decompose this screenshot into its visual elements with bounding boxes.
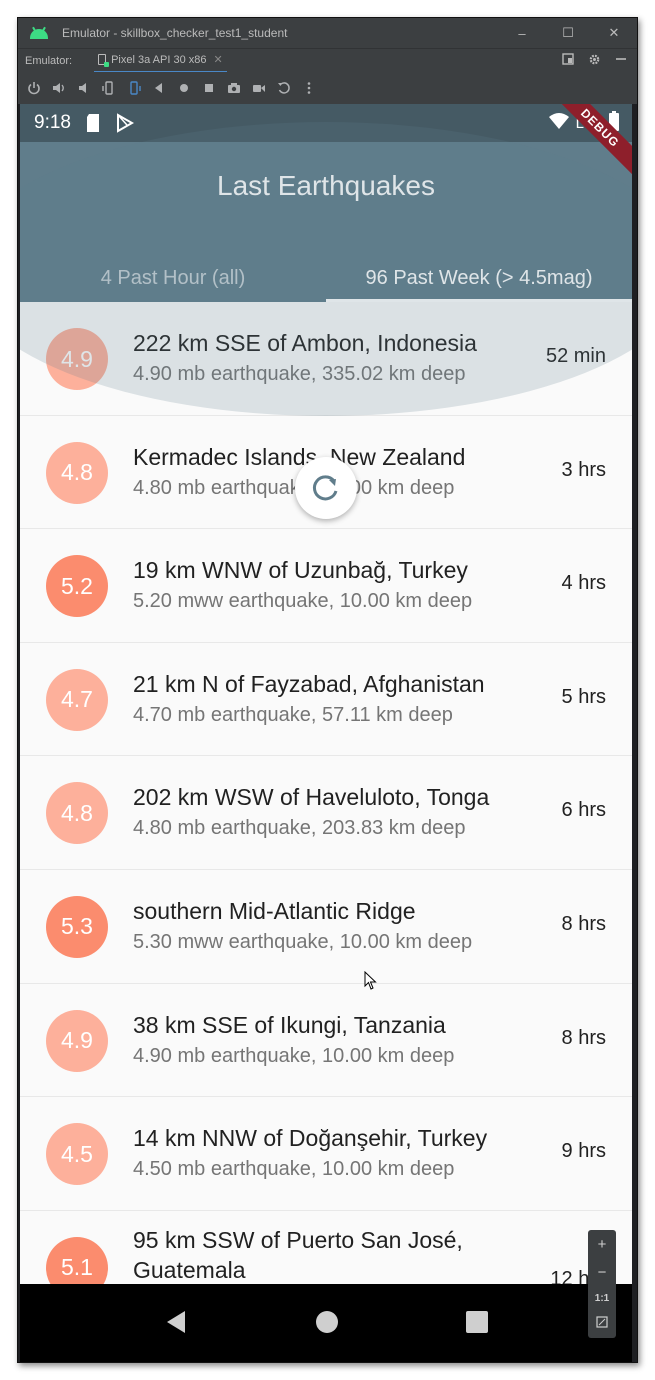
more-options-icon[interactable] (301, 80, 317, 96)
window-title-bar: Emulator - skillbox_checker_test1_studen… (18, 18, 637, 48)
fit-screen-icon[interactable] (596, 1315, 608, 1332)
back-icon[interactable] (151, 80, 167, 96)
magnitude-badge: 5.2 (46, 555, 108, 618)
earthquake-time-ago: 3 hrs (561, 458, 606, 481)
magnitude-badge: 5.3 (46, 895, 108, 958)
emulator-tab-bar: Emulator: Pixel 3a API 30 x86 ✕ (18, 48, 637, 73)
refresh-indicator (295, 457, 357, 519)
overview-icon[interactable] (201, 80, 217, 96)
status-time: 9:18 (34, 112, 71, 133)
earthquake-time-ago: 5 hrs (561, 685, 606, 708)
hide-panel-icon[interactable] (615, 53, 627, 68)
earthquake-detail: 4.90 mb earthquake, 10.00 km deep (133, 1044, 455, 1067)
home-icon[interactable] (176, 80, 192, 96)
play-store-icon (115, 113, 135, 133)
system-nav-bar (20, 1284, 632, 1362)
magnitude-badge: 4.5 (46, 1123, 108, 1186)
device-icon (98, 54, 110, 67)
magnitude-badge: 4.8 (46, 441, 108, 504)
earthquake-list-item[interactable]: 5.2 19 km WNW of Uzunbağ, Turkey 5.20 mww … (20, 529, 632, 643)
window-title: Emulator - skillbox_checker_test1_studen… (62, 26, 288, 40)
earthquake-detail: 4.80 mb earthquake, 203.83 km deep (133, 817, 466, 840)
minimize-button[interactable]: – (499, 18, 545, 48)
magnitude-badge: 4.7 (46, 668, 108, 731)
earthquake-time-ago: 4 hrs (561, 572, 606, 595)
record-video-icon[interactable] (251, 80, 267, 96)
device-screen: 9:18 LTE Last Earthquakes 4 Past Hour (a… (20, 104, 632, 1362)
tab-past-week[interactable]: 96 Past Week (> 4.5mag) (326, 254, 632, 302)
android-icon (30, 26, 48, 39)
actual-size-button[interactable]: 1:1 (595, 1293, 609, 1304)
earthquake-time-ago: 8 hrs (561, 912, 606, 935)
device-tab[interactable]: Pixel 3a API 30 x86 ✕ (94, 49, 227, 73)
earthquake-time-ago: 9 hrs (561, 1140, 606, 1163)
earthquake-place: southern Mid-Atlantic Ridge (133, 897, 416, 924)
status-bar: 9:18 LTE (20, 104, 632, 142)
earthquake-list-item[interactable]: 4.8 202 km WSW of Haveluloto, Tonga 4.80 m… (20, 756, 632, 870)
page-title: Last Earthquakes (217, 170, 435, 201)
earthquake-detail: 5.30 mww earthquake, 10.00 km deep (133, 930, 473, 953)
refresh-icon (312, 475, 338, 501)
nav-overview-icon[interactable] (465, 1310, 489, 1339)
device-tab-label: Pixel 3a API 30 x86 (111, 53, 207, 66)
earthquake-detail: 4.50 mb earthquake, 10.00 km deep (133, 1158, 455, 1181)
camera-icon[interactable] (226, 80, 242, 96)
earthquake-list-item[interactable]: 4.9 38 km SSE of Ikungi, Tanzania 4.90 mb … (20, 983, 632, 1098)
rotate-right-icon[interactable] (126, 80, 142, 96)
earthquake-place: 21 km N of Fayzabad, Afghanistan (133, 670, 485, 697)
emulator-toolbar (18, 72, 637, 104)
layout-icon[interactable] (562, 53, 574, 68)
earthquake-detail: 4.70 mb earthquake, 57.11 km deep (133, 703, 453, 726)
sd-card-icon (85, 113, 101, 133)
app-bar: Last Earthquakes 4 Past Hour (all) 96 Pa… (20, 142, 632, 302)
maximize-button[interactable]: ☐ (545, 18, 591, 48)
emulator-window: Emulator - skillbox_checker_test1_studen… (17, 17, 638, 1363)
settings-gear-icon[interactable] (588, 53, 601, 69)
earthquake-place: 202 km WSW of Haveluloto, Tonga (133, 784, 490, 811)
volume-up-icon[interactable] (51, 80, 67, 96)
earthquake-place: 38 km SSE of Ikungi, Tanzania (133, 1011, 446, 1038)
earthquake-place: 14 km NNW of Doğanşehir, Turkey (133, 1125, 488, 1152)
earthquake-time-ago: 8 hrs (561, 1026, 606, 1049)
mouse-cursor-icon (364, 971, 377, 990)
magnitude-badge: 4.8 (46, 782, 108, 845)
close-window-button[interactable]: ✕ (591, 18, 637, 48)
tab-past-hour[interactable]: 4 Past Hour (all) (20, 254, 326, 302)
tab-bar: 4 Past Hour (all) 96 Past Week (> 4.5mag… (20, 254, 632, 302)
zoom-out-button[interactable]: − (598, 1264, 607, 1281)
earthquake-time-ago: 6 hrs (561, 799, 606, 822)
earthquake-list-item[interactable]: 4.9 222 km SSE of Ambon, Indonesia 4.90 mb… (20, 302, 632, 416)
earthquake-time-ago: 52 min (545, 345, 606, 367)
earthquake-detail: 4.80 mb earthquake, 10.00 km deep (133, 476, 455, 499)
earthquake-detail: 4.90 mb earthquake, 335.02 km deep (133, 363, 466, 385)
magnitude-badge: 4.9 (46, 1009, 108, 1072)
earthquake-place: 95 km SSW of Puerto San José, Guatemala (133, 1226, 463, 1283)
nav-back-icon[interactable] (163, 1309, 189, 1340)
power-icon[interactable] (26, 80, 42, 96)
earthquake-place: 19 km WNW of Uzunbağ, Turkey (133, 557, 468, 584)
earthquake-list-item[interactable]: 5.3 southern Mid-Atlantic Ridge 5.30 mww e… (20, 869, 632, 984)
emulator-label: Emulator: (25, 54, 73, 67)
earthquake-list-item[interactable]: 4.7 21 km N of Fayzabad, Afghanistan 4.70 … (20, 642, 632, 757)
earthquake-place: 222 km SSE of Ambon, Indonesia (133, 330, 477, 356)
earthquake-list-item[interactable]: 4.5 14 km NNW of Doğanşehir, Turkey 4.50 m… (20, 1097, 632, 1211)
earthquake-detail: 5.20 mww earthquake, 10.00 km deep (133, 590, 473, 613)
rotate-left-icon[interactable] (101, 80, 117, 96)
wifi-icon (548, 112, 570, 134)
snapshot-icon[interactable] (276, 80, 292, 96)
nav-home-icon[interactable] (315, 1310, 339, 1339)
magnitude-badge: 4.9 (46, 328, 108, 390)
zoom-controls: + − 1:1 (588, 1230, 616, 1338)
zoom-in-button[interactable]: + (598, 1236, 607, 1253)
volume-down-icon[interactable] (76, 80, 92, 96)
close-tab-icon[interactable]: ✕ (213, 53, 222, 66)
earthquake-list[interactable]: 4.9 222 km SSE of Ambon, Indonesia 4.90 mb… (20, 122, 632, 1325)
